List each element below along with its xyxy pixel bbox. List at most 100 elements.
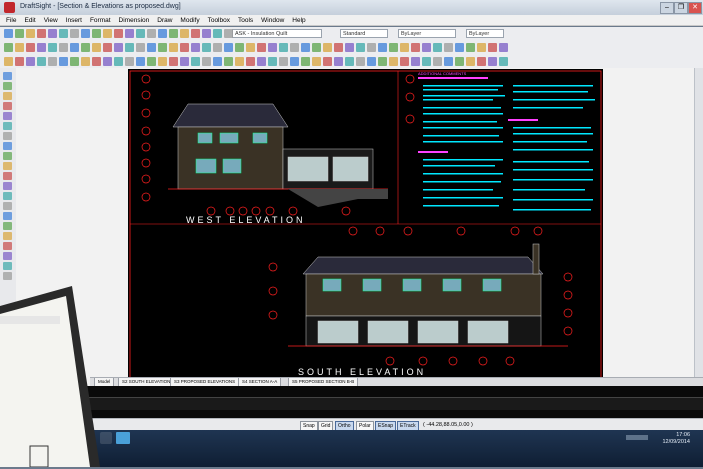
start-button[interactable]	[100, 432, 112, 444]
toolbar-tool-icon[interactable]	[158, 29, 167, 38]
toolbar-tool-icon[interactable]	[70, 29, 79, 38]
draw-tool-icon[interactable]	[3, 82, 12, 90]
drawing-sheet[interactable]: WEST ELEVATION SOUTH ELEVATION ADDITIONA…	[128, 69, 603, 385]
toolbar-tool-icon[interactable]	[246, 57, 255, 66]
draw-tool-icon[interactable]	[3, 192, 12, 200]
toolbar-tool-icon[interactable]	[268, 43, 277, 52]
toolbar-tool-icon[interactable]	[15, 43, 24, 52]
toolbar-tool-icon[interactable]	[235, 57, 244, 66]
toolbar-tool-icon[interactable]	[103, 43, 112, 52]
toolbar-tool-icon[interactable]	[4, 57, 13, 66]
toolbar-tool-icon[interactable]	[92, 29, 101, 38]
toolbar-tool-icon[interactable]	[301, 57, 310, 66]
toolbar-tool-icon[interactable]	[48, 29, 57, 38]
toolbar-tool-icon[interactable]	[224, 57, 233, 66]
toolbar-tool-icon[interactable]	[422, 43, 431, 52]
draw-tool-icon[interactable]	[3, 242, 12, 250]
minimize-button[interactable]: –	[660, 2, 674, 14]
menu-draw[interactable]: Draw	[157, 15, 172, 25]
toolbar-tool-icon[interactable]	[279, 43, 288, 52]
menu-view[interactable]: View	[44, 15, 58, 25]
draw-tool-icon[interactable]	[3, 72, 12, 80]
color-combo[interactable]: ByLayer	[398, 29, 456, 38]
toolbar-tool-icon[interactable]	[378, 57, 387, 66]
menu-window[interactable]: Window	[261, 15, 284, 25]
linetype-combo[interactable]: ByLayer	[466, 29, 504, 38]
menu-dimension[interactable]: Dimension	[119, 15, 150, 25]
menu-toolbox[interactable]: Toolbox	[208, 15, 230, 25]
toolbar-tool-icon[interactable]	[37, 57, 46, 66]
draw-tool-icon[interactable]	[3, 102, 12, 110]
toolbar-tool-icon[interactable]	[356, 57, 365, 66]
draw-tool-icon[interactable]	[3, 92, 12, 100]
toolbar-tool-icon[interactable]	[114, 29, 123, 38]
toolbar-tool-icon[interactable]	[169, 29, 178, 38]
draw-tool-icon[interactable]	[3, 202, 12, 210]
draw-tool-icon[interactable]	[3, 182, 12, 190]
toolbar-tool-icon[interactable]	[477, 43, 486, 52]
toolbar-tool-icon[interactable]	[224, 43, 233, 52]
toolbar-tool-icon[interactable]	[103, 57, 112, 66]
toolbar-tool-icon[interactable]	[125, 29, 134, 38]
toolbar-tool-icon[interactable]	[290, 57, 299, 66]
toolbar-tool-icon[interactable]	[147, 43, 156, 52]
draw-tool-icon[interactable]	[3, 272, 12, 280]
toolbar-tool-icon[interactable]	[466, 57, 475, 66]
toolbar-tool-icon[interactable]	[389, 43, 398, 52]
toolbar-tool-icon[interactable]	[202, 57, 211, 66]
command-input[interactable]	[0, 397, 703, 410]
toolbar-tool-icon[interactable]	[114, 43, 123, 52]
toolbar-tool-icon[interactable]	[411, 57, 420, 66]
toolbar-tool-icon[interactable]	[466, 43, 475, 52]
menu-insert[interactable]: Insert	[66, 15, 82, 25]
toolbar-tool-icon[interactable]	[224, 29, 233, 38]
draw-tool-icon[interactable]	[3, 132, 12, 140]
toolbar-tool-icon[interactable]	[136, 43, 145, 52]
tray-clock[interactable]: 17:06 12/09/2014	[650, 432, 690, 446]
toolbar-tool-icon[interactable]	[114, 57, 123, 66]
draw-tool-icon[interactable]	[3, 122, 12, 130]
draw-tool-icon[interactable]	[3, 152, 12, 160]
toolbar-tool-icon[interactable]	[290, 43, 299, 52]
draw-tool-icon[interactable]	[3, 162, 12, 170]
toolbar-tool-icon[interactable]	[4, 43, 13, 52]
toolbar-tool-icon[interactable]	[367, 57, 376, 66]
toolbar-tool-icon[interactable]	[455, 43, 464, 52]
toolbar-tool-icon[interactable]	[147, 29, 156, 38]
toolbar-tool-icon[interactable]	[433, 57, 442, 66]
toolbar-tool-icon[interactable]	[37, 43, 46, 52]
toolbar-tool-icon[interactable]	[279, 57, 288, 66]
toolbar-tool-icon[interactable]	[213, 29, 222, 38]
toolbar-tool-icon[interactable]	[488, 57, 497, 66]
toolbar-tool-icon[interactable]	[444, 43, 453, 52]
toolbar-tool-icon[interactable]	[180, 43, 189, 52]
toolbar-tool-icon[interactable]	[180, 57, 189, 66]
close-button[interactable]: ✕	[688, 2, 702, 14]
toolbar-tool-icon[interactable]	[92, 43, 101, 52]
toolbar-tool-icon[interactable]	[411, 43, 420, 52]
vertical-scrollbar[interactable]	[694, 68, 703, 386]
toolbar-tool-icon[interactable]	[26, 57, 35, 66]
toolbar-tool-icon[interactable]	[356, 43, 365, 52]
toolbar-tool-icon[interactable]	[191, 57, 200, 66]
menu-edit[interactable]: Edit	[24, 15, 35, 25]
toolbar-tool-icon[interactable]	[191, 43, 200, 52]
toolbar-tool-icon[interactable]	[59, 29, 68, 38]
toolbar-tool-icon[interactable]	[235, 43, 244, 52]
toolbar-tool-icon[interactable]	[15, 29, 24, 38]
menu-file[interactable]: File	[6, 15, 16, 25]
toolbar-tool-icon[interactable]	[345, 57, 354, 66]
toolbar-tool-icon[interactable]	[26, 29, 35, 38]
toolbar-tool-icon[interactable]	[455, 57, 464, 66]
draw-tool-icon[interactable]	[3, 222, 12, 230]
toolbar-tool-icon[interactable]	[433, 43, 442, 52]
toolbar-tool-icon[interactable]	[312, 57, 321, 66]
toolbar-tool-icon[interactable]	[180, 29, 189, 38]
menu-help[interactable]: Help	[292, 15, 305, 25]
toolbar-tool-icon[interactable]	[48, 57, 57, 66]
draw-tool-icon[interactable]	[3, 172, 12, 180]
draw-tool-icon[interactable]	[3, 212, 12, 220]
toolbar-tool-icon[interactable]	[125, 43, 134, 52]
text-style-combo[interactable]: Standard	[340, 29, 388, 38]
toolbar-tool-icon[interactable]	[4, 29, 13, 38]
